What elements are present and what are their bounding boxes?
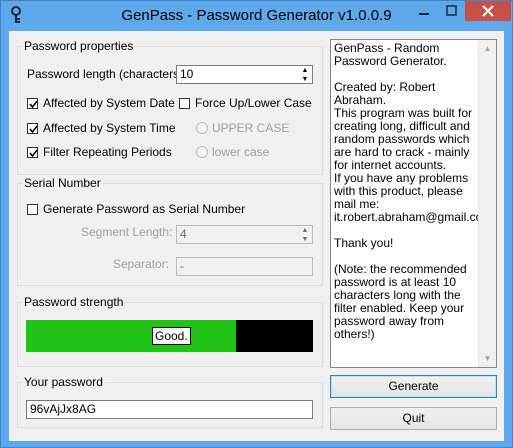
segment-length-value: 4	[180, 227, 187, 241]
main-window: GenPass - Password Generator v1.0.0.9 Pa…	[0, 0, 513, 448]
lower-case-radio[interactable]	[196, 146, 208, 158]
scroll-up-icon[interactable]: ▲	[479, 40, 496, 57]
checkmark-icon	[29, 125, 38, 134]
segment-spin-buttons[interactable]: ▲ ▼	[298, 226, 312, 243]
separator-value: -	[180, 259, 184, 273]
generate-serial-label: Generate Password as Serial Number	[43, 202, 246, 216]
spin-down-icon[interactable]: ▼	[298, 75, 312, 83]
password-length-label: Password length (characters):	[27, 67, 187, 81]
generate-serial-checkbox[interactable]	[27, 204, 38, 215]
maximize-button[interactable]	[438, 1, 465, 21]
upper-case-radio[interactable]	[196, 122, 208, 134]
force-case-checkbox[interactable]	[179, 98, 190, 109]
minimize-icon	[419, 13, 429, 15]
close-button[interactable]	[465, 1, 511, 21]
checkmark-icon	[29, 100, 38, 109]
info-scrollbar[interactable]: ▲ ▼	[478, 40, 496, 367]
generate-button[interactable]: Generate	[330, 375, 497, 398]
upper-case-label: UPPER CASE	[212, 121, 290, 135]
strength-meter: Good.	[26, 320, 313, 352]
password-length-value: 10	[180, 67, 194, 81]
checkmark-icon	[29, 149, 38, 158]
group-title: Serial Number	[22, 176, 103, 190]
password-value: 96vAjJx8AG	[30, 402, 97, 416]
password-length-spinner[interactable]: 10 ▲ ▼	[176, 65, 313, 84]
filter-repeating-label: Filter Repeating Periods	[43, 145, 172, 159]
segment-length-spinner[interactable]: 4 ▲ ▼	[176, 225, 313, 244]
filter-repeating-checkbox[interactable]	[27, 147, 38, 158]
spin-down-icon[interactable]: ▼	[298, 235, 312, 243]
info-textbox[interactable]: GenPass - Random Password Generator. Cre…	[330, 39, 497, 368]
client-area: Password properties Password length (cha…	[9, 31, 504, 441]
affected-by-date-label: Affected by System Date	[43, 96, 175, 110]
strength-fill	[26, 320, 236, 352]
length-spin-buttons[interactable]: ▲ ▼	[298, 66, 312, 83]
lower-case-label: lower case	[212, 145, 270, 159]
affected-by-date-checkbox[interactable]	[27, 98, 38, 109]
quit-button[interactable]: Quit	[330, 407, 497, 430]
affected-by-time-checkbox[interactable]	[27, 123, 38, 134]
info-text: GenPass - Random Password Generator. Cre…	[334, 41, 493, 341]
scroll-down-icon[interactable]: ▼	[479, 350, 496, 367]
group-title: Password strength	[22, 295, 126, 309]
separator-label: Separator:	[113, 257, 170, 271]
segment-length-label: Segment Length:	[81, 225, 173, 239]
group-title: Your password	[22, 375, 105, 389]
close-icon	[482, 5, 494, 17]
title-bar[interactable]: GenPass - Password Generator v1.0.0.9	[1, 1, 512, 31]
force-case-label: Force Up/Lower Case	[195, 96, 312, 110]
password-output-field[interactable]: 96vAjJx8AG	[26, 400, 313, 419]
separator-input[interactable]: -	[176, 257, 313, 276]
maximize-icon	[446, 5, 457, 16]
strength-label: Good.	[152, 327, 191, 345]
minimize-button[interactable]	[410, 1, 438, 21]
affected-by-time-label: Affected by System Time	[43, 121, 176, 135]
group-title: Password properties	[22, 39, 136, 53]
